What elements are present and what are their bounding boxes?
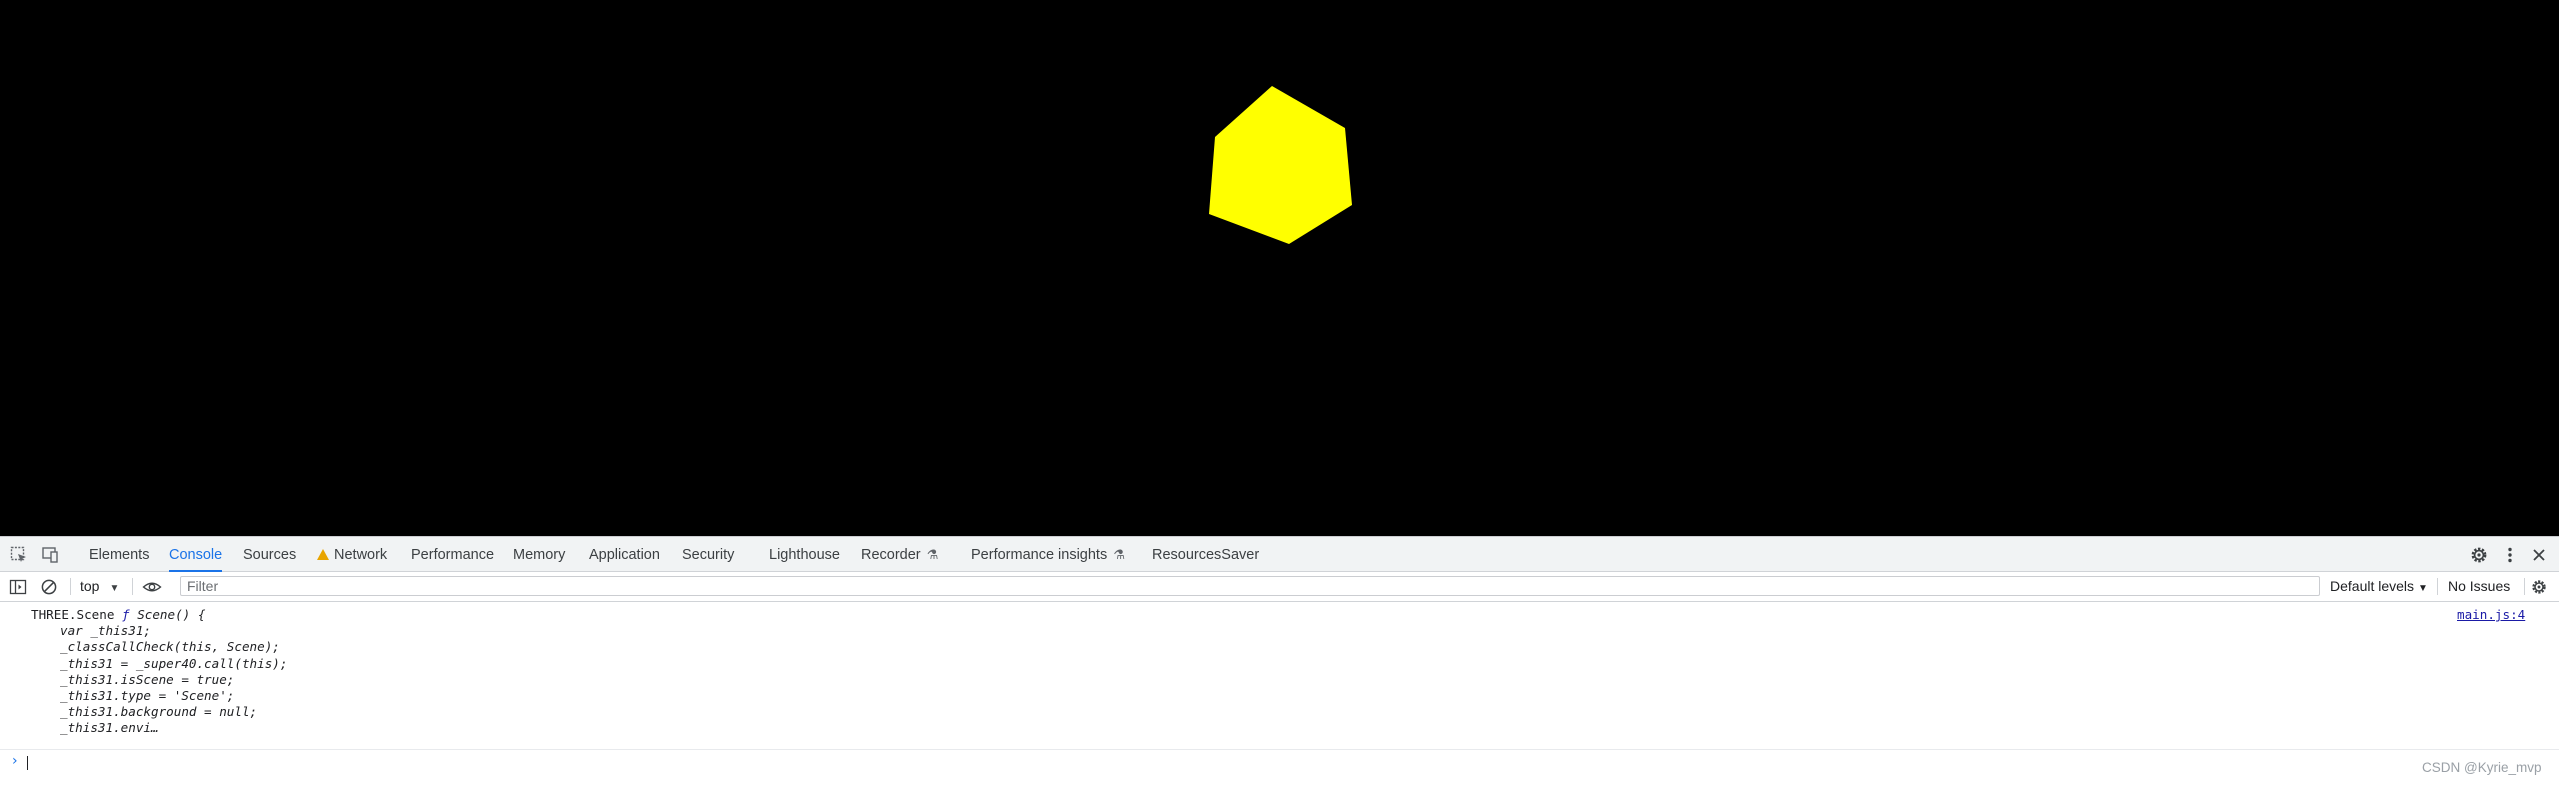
warning-icon [317, 549, 329, 560]
console-prompt[interactable]: › [0, 750, 2559, 774]
clear-console-icon[interactable] [40, 578, 58, 596]
toolbar-divider [132, 578, 133, 595]
toolbar-divider [2437, 578, 2438, 595]
watermark: CSDN @Kyrie_mvp [2422, 760, 2542, 775]
page-viewport [0, 0, 2559, 536]
context-selector-value: top [80, 578, 100, 594]
close-icon[interactable] [2529, 545, 2549, 565]
gear-icon[interactable] [2469, 545, 2489, 565]
console-messages: THREE.Scene ƒ Scene() { var _this31; _cla… [0, 602, 2559, 786]
device-toolbar-icon[interactable] [40, 545, 60, 565]
function-keyword: ƒ [122, 607, 130, 622]
log-levels-dropdown[interactable]: Default levels ▼ [2330, 572, 2428, 601]
log-code: THREE.Scene ƒ Scene() { var _this31; _cla… [31, 607, 287, 737]
tab-recorder[interactable]: Recorder ⚗ [861, 537, 938, 572]
filter-input[interactable] [180, 576, 2320, 596]
experimental-flask-icon: ⚗ [1113, 547, 1125, 562]
inspect-element-icon[interactable] [9, 545, 29, 565]
devtools-panel: Elements Console Sources Network Performance… [0, 536, 2559, 786]
toolbar-divider [70, 578, 71, 595]
function-signature: Scene() { [137, 607, 206, 622]
toolbar-divider [2524, 578, 2525, 595]
code-line: _this31.background = null; [60, 704, 258, 720]
tab-label: Console [169, 547, 223, 563]
tab-network[interactable]: Network [317, 537, 387, 572]
experimental-flask-icon: ⚗ [926, 547, 939, 562]
text-cursor [27, 756, 28, 770]
console-message[interactable]: THREE.Scene ƒ Scene() { var _this31; _cla… [0, 602, 2559, 750]
function-body: var _this31; _classCallCheck(this, Scene)… [31, 623, 287, 736]
tab-label: Performance [411, 547, 495, 563]
tab-sources[interactable]: Sources [243, 537, 296, 572]
code-line: _this31.envi… [60, 720, 159, 736]
log-prefix: THREE.Scene [31, 607, 115, 622]
tab-label: ResourcesSaver [1152, 547, 1260, 563]
issues-counter[interactable]: No Issues [2448, 572, 2510, 601]
tab-performance-insights[interactable]: Performance insights ⚗ [971, 537, 1125, 572]
tab-label: Network [334, 547, 388, 563]
yellow-polyhedron-shape [1209, 86, 1352, 244]
devtools-tab-bar: Elements Console Sources Network Performance… [0, 536, 2559, 572]
source-link[interactable]: main.js:4 [2457, 607, 2525, 622]
console-toolbar: top▼ Default levels▼ No Issues [0, 572, 2559, 602]
tab-resourcessaver[interactable]: ResourcesSaver [1152, 537, 1259, 572]
log-levels-label: Default levels [2330, 578, 2415, 594]
tab-label: Performance insights [971, 547, 1108, 563]
tab-lighthouse[interactable]: Lighthouse [769, 537, 840, 572]
code-line: _this31.type = 'Scene'; [60, 688, 235, 704]
tab-label: Lighthouse [769, 547, 840, 563]
code-line: _this31.isScene = true; [60, 671, 235, 687]
code-line: var _this31; [60, 623, 151, 639]
tab-security[interactable]: Security [682, 537, 734, 572]
tab-memory[interactable]: Memory [513, 537, 565, 572]
chevron-down-icon: ▼ [109, 583, 120, 594]
code-line: _classCallCheck(this, Scene); [60, 639, 280, 655]
live-expression-eye-icon[interactable] [142, 578, 162, 596]
code-line: _this31 = _super40.call(this); [60, 655, 288, 671]
tab-label: Sources [243, 547, 297, 563]
tab-label: Recorder [861, 547, 921, 563]
console-settings-gear-icon[interactable] [2530, 578, 2548, 596]
more-vertical-icon[interactable] [2500, 545, 2520, 565]
chevron-down-icon: ▼ [2418, 583, 2428, 594]
three-canvas [1209, 86, 1352, 244]
console-sidebar-icon[interactable] [9, 578, 27, 596]
tab-label: Memory [513, 547, 566, 563]
tab-label: Elements [89, 547, 150, 563]
tab-elements[interactable]: Elements [89, 537, 149, 572]
context-selector[interactable]: top ▼ [80, 572, 119, 601]
tab-label: Security [682, 547, 735, 563]
tab-performance[interactable]: Performance [411, 537, 494, 572]
prompt-chevron-icon: › [12, 753, 18, 769]
tab-label: Application [589, 547, 660, 563]
tab-application[interactable]: Application [589, 537, 660, 572]
tab-console[interactable]: Console [169, 537, 223, 572]
